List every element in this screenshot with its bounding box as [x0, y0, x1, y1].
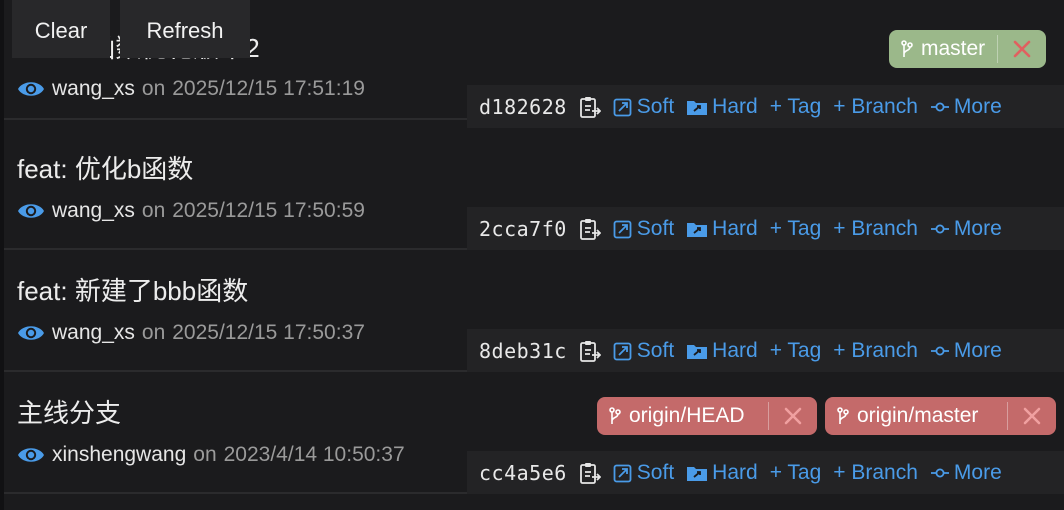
- hard-reset-button[interactable]: Hard: [686, 217, 758, 241]
- git-branch-icon: [837, 407, 849, 424]
- branch-tag-origin-master[interactable]: origin/master: [825, 397, 1056, 435]
- copy-hash-icon[interactable]: [579, 339, 601, 363]
- commit-message: feat: 优化b函数: [17, 154, 194, 184]
- more-button[interactable]: More: [930, 339, 1002, 363]
- commit-row[interactable]: 主线分支 xinshengwang on 2023/4/14 10:50:37 …: [4, 374, 1064, 494]
- on-label: on: [141, 77, 166, 100]
- commit-meta: wang_xs on 2025/12/15 17:50:59: [17, 199, 365, 223]
- commit-hash: d182628: [479, 94, 567, 119]
- soft-reset-button[interactable]: Soft: [613, 461, 674, 485]
- commit-actions: 2cca7f0 Soft Hard + Tag + Branch More: [467, 207, 1064, 250]
- close-icon: [1023, 407, 1041, 425]
- folder-icon: [687, 100, 708, 115]
- soft-reset-icon: [613, 220, 632, 238]
- branch-tag-origin-head[interactable]: origin/HEAD: [597, 397, 817, 435]
- commit-author: wang_xs: [52, 77, 135, 100]
- eye-icon[interactable]: [17, 322, 45, 344]
- add-branch-button[interactable]: + Branch: [833, 461, 918, 485]
- copy-hash-icon[interactable]: [579, 95, 601, 119]
- delete-branch-button[interactable]: [1008, 407, 1056, 425]
- more-button[interactable]: More: [930, 95, 1002, 119]
- commit-graph-icon: [930, 468, 949, 477]
- branch-name: origin/master: [857, 404, 979, 427]
- commit-time: 2025/12/15 17:51:19: [172, 77, 365, 100]
- clear-button[interactable]: Clear: [12, 0, 110, 58]
- commit-graph-icon: [930, 346, 949, 355]
- commit-row[interactable]: feat: 优化b函数 wang_xs on 2025/12/15 17:50:…: [4, 130, 1064, 250]
- soft-reset-button[interactable]: Soft: [613, 95, 674, 119]
- commit-actions: 8deb31c Soft Hard + Tag + Branch More: [467, 329, 1064, 372]
- commit-message: feat: 新建了bbb函数: [17, 276, 249, 306]
- eye-icon[interactable]: [17, 444, 45, 466]
- soft-reset-icon: [613, 464, 632, 482]
- commit-hash: 2cca7f0: [479, 216, 567, 241]
- add-tag-button[interactable]: + Tag: [770, 95, 822, 119]
- hard-reset-button[interactable]: Hard: [686, 339, 758, 363]
- folder-icon: [687, 222, 708, 237]
- close-icon: [784, 407, 802, 425]
- commit-time: 2023/4/14 10:50:37: [223, 443, 405, 466]
- refresh-button[interactable]: Refresh: [120, 0, 250, 58]
- soft-reset-icon: [613, 98, 632, 116]
- more-button[interactable]: More: [930, 461, 1002, 485]
- more-button[interactable]: More: [930, 217, 1002, 241]
- soft-reset-button[interactable]: Soft: [613, 217, 674, 241]
- copy-hash-icon[interactable]: [579, 217, 601, 241]
- on-label: on: [141, 321, 166, 344]
- hard-reset-button[interactable]: Hard: [686, 461, 758, 485]
- add-branch-button[interactable]: + Branch: [833, 217, 918, 241]
- commit-graph-icon: [930, 224, 949, 233]
- add-tag-button[interactable]: + Tag: [770, 217, 822, 241]
- commit-author: wang_xs: [52, 199, 135, 222]
- delete-branch-button[interactable]: [998, 40, 1046, 58]
- branch-name: origin/HEAD: [629, 404, 745, 427]
- commit-graph-icon: [930, 102, 949, 111]
- commit-author: wang_xs: [52, 321, 135, 344]
- branch-tag-master[interactable]: master: [889, 30, 1047, 68]
- commit-meta: xinshengwang on 2023/4/14 10:50:37: [17, 443, 405, 467]
- folder-icon: [687, 344, 708, 359]
- commit-hash: 8deb31c: [479, 338, 567, 363]
- add-tag-button[interactable]: + Tag: [770, 461, 822, 485]
- eye-icon[interactable]: [17, 78, 45, 100]
- commit-time: 2025/12/15 17:50:59: [172, 199, 365, 222]
- commit-row[interactable]: feat: 新建了bbb函数 wang_xs on 2025/12/15 17:…: [4, 252, 1064, 372]
- add-branch-button[interactable]: + Branch: [833, 339, 918, 363]
- soft-reset-icon: [613, 342, 632, 360]
- folder-icon: [687, 466, 708, 481]
- commit-hash: cc4a5e6: [479, 460, 567, 485]
- commit-actions: cc4a5e6 Soft Hard + Tag + Branch More: [467, 451, 1064, 494]
- commit-meta: wang_xs on 2025/12/15 17:51:19: [17, 77, 365, 101]
- commit-author: xinshengwang: [52, 443, 187, 466]
- on-label: on: [141, 199, 166, 222]
- hard-reset-button[interactable]: Hard: [686, 95, 758, 119]
- commit-message: 主线分支: [17, 398, 122, 428]
- soft-reset-button[interactable]: Soft: [613, 339, 674, 363]
- copy-hash-icon[interactable]: [579, 461, 601, 485]
- next-commit-row-partial: [4, 496, 1064, 510]
- branch-name: master: [921, 37, 986, 60]
- commit-meta: wang_xs on 2025/12/15 17:50:37: [17, 321, 365, 345]
- close-icon: [1013, 40, 1031, 58]
- commit-actions: d182628 Soft Hard + Tag + Branch More: [467, 85, 1064, 128]
- delete-branch-button[interactable]: [769, 407, 817, 425]
- on-label: on: [193, 443, 217, 466]
- eye-icon[interactable]: [17, 200, 45, 222]
- add-branch-button[interactable]: + Branch: [833, 95, 918, 119]
- add-tag-button[interactable]: + Tag: [770, 339, 822, 363]
- git-branch-icon: [609, 407, 621, 424]
- commit-time: 2025/12/15 17:50:37: [172, 321, 365, 344]
- git-branch-icon: [901, 40, 913, 57]
